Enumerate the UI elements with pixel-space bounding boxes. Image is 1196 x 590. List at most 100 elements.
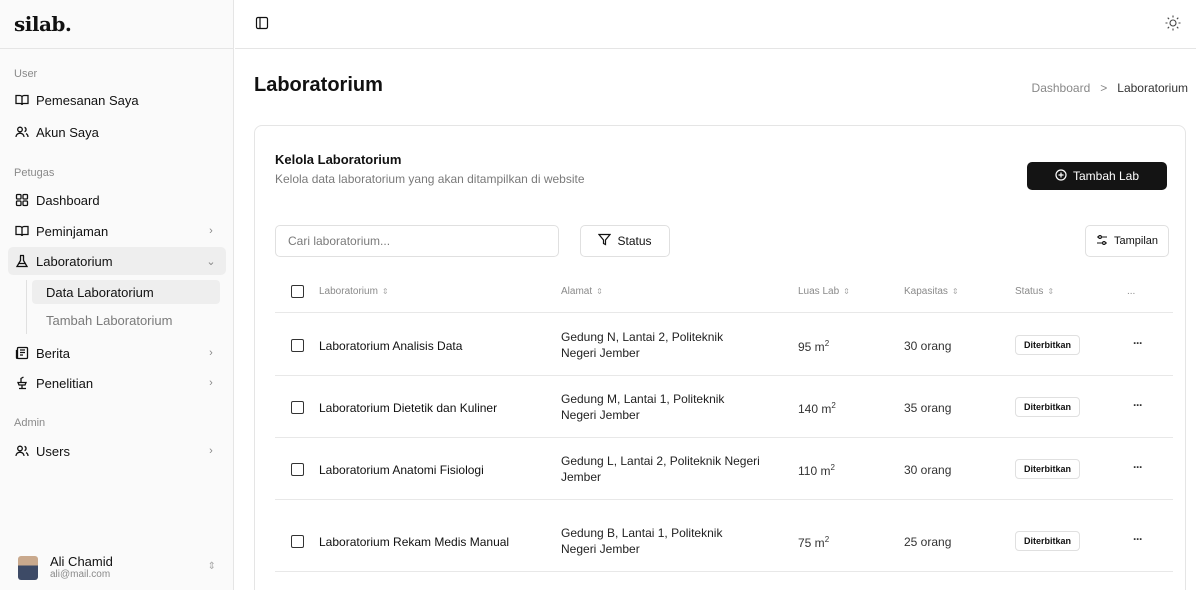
app-logo[interactable]: silab. [14,12,72,36]
sidebar-subitem-tambah-laboratorium[interactable]: Tambah Laboratorium [32,308,220,332]
column-header-luas-lab[interactable]: Luas Lab ⇕ [798,286,850,297]
add-lab-label: Tambah Lab [1072,169,1140,183]
chevron-down-icon: ⌄ [206,255,216,268]
lab-area: 140 m2 [798,401,836,416]
user-email: ali@mail.com [50,569,111,580]
table-row[interactable]: Laboratorium Anatomi Fisiologi Gedung L,… [275,438,1173,500]
status-badge: Diterbitkan [1015,531,1081,551]
lab-management-card: Kelola Laboratorium Kelola data laborato… [254,125,1186,590]
lab-name: Laboratorium Dietetik dan Kuliner [319,401,498,415]
column-header-laboratorium[interactable]: Laboratorium ⇕ [319,286,389,297]
filter-icon [598,233,612,249]
sidebar-toggle-icon[interactable] [255,16,273,34]
row-checkbox[interactable] [291,339,304,352]
sidebar-item-label: Berita [36,345,70,361]
sidebar-item-laboratorium[interactable]: Laboratorium ⌄ [8,247,226,275]
chevron-right-icon: › [209,347,213,359]
users-icon [14,124,30,140]
lab-area: 95 m2 [798,339,830,354]
card-title: Kelola Laboratorium [275,152,402,167]
sidebar-item-label: Peminjaman [36,223,109,239]
section-label-user: User [14,68,38,80]
status-badge: Diterbitkan [1015,459,1081,479]
sidebar-item-label: Pemesanan Saya [36,92,139,108]
table-row[interactable]: Laboratorium Dietetik dan Kuliner Gedung… [275,376,1173,438]
topbar [235,0,1196,49]
newspaper-icon [14,345,30,361]
status-filter-button[interactable]: Status [580,225,670,257]
book-open-icon [14,92,30,108]
sidebar-subitem-data-laboratorium[interactable]: Data Laboratorium [32,280,220,304]
research-icon [14,375,30,391]
users-icon [14,443,30,459]
sort-icon: ⇕ [381,287,389,296]
sort-icon: ⇕ [596,287,603,296]
breadcrumb: Dashboard > Laboratorium [1032,81,1188,95]
column-header-alamat[interactable]: Alamat ⇕ [561,286,603,297]
logo-bar: silab. [0,0,233,49]
view-options-button[interactable]: Tampilan [1085,225,1169,257]
breadcrumb-separator: > [1100,81,1108,95]
lab-capacity: 35 orang [904,401,952,415]
user-info: Ali Chamid ali@mail.com [50,555,113,581]
table-header: Laboratorium ⇕ Alamat ⇕ Luas Lab ⇕ Kapasita… [275,273,1173,313]
column-header-status[interactable]: Status ⇕ [1015,286,1054,297]
chevron-right-icon: › [209,225,213,237]
row-actions-button[interactable]: ··· [1133,336,1143,350]
sun-icon[interactable] [1164,14,1184,34]
user-menu[interactable]: Ali Chamid ali@mail.com ⇕ [8,550,226,586]
plus-circle-icon [1055,168,1067,184]
section-label-admin: Admin [14,417,46,429]
lab-name: Laboratorium Anatomi Fisiologi [319,463,484,477]
select-all-checkbox[interactable] [291,285,304,298]
breadcrumb-current: Laboratorium [1117,81,1188,95]
status-badge: Diterbitkan [1015,335,1081,355]
breadcrumb-dashboard[interactable]: Dashboard [1032,81,1091,95]
status-filter-label: Status [617,234,652,248]
lab-capacity: 30 orang [904,339,952,353]
chevron-right-icon: › [209,445,213,457]
lab-address: Gedung N, Lantai 2, Politeknik Negeri Je… [561,330,724,360]
lab-address: Gedung L, Lantai 2, Politeknik Negeri Je… [561,454,760,484]
chevron-right-icon: › [209,377,213,389]
avatar [18,556,38,580]
lab-capacity: 30 orang [904,463,952,477]
column-header-kapasitas[interactable]: Kapasitas ⇕ [904,286,959,297]
grid-icon [14,192,30,208]
lab-address: Gedung B, Lantai 1, Politeknik Negeri Je… [561,526,723,556]
sidebar-item-akun-saya[interactable]: Akun Saya [8,118,226,146]
book-open-icon [14,223,30,239]
sidebar-item-berita[interactable]: Berita › [8,339,226,367]
sort-icon: ⇕ [1047,287,1055,296]
view-options-label: Tampilan [1113,235,1159,247]
card-description: Kelola data laboratorium yang akan ditam… [275,172,585,186]
sort-icon: ⇕ [951,287,959,296]
user-name: Ali Chamid [50,554,113,569]
chevrons-up-down-icon: ⇕ [207,561,216,572]
sidebar-item-users[interactable]: Users › [8,437,226,465]
sidebar-item-dashboard[interactable]: Dashboard [8,186,226,214]
search-input[interactable] [275,225,559,257]
sidebar-item-penelitian[interactable]: Penelitian › [8,369,226,397]
row-checkbox[interactable] [291,535,304,548]
sort-icon: ⇕ [843,287,850,296]
row-actions-button[interactable]: ··· [1133,398,1143,412]
flask-icon [14,253,30,269]
sidebar-item-label: Users [36,443,70,459]
submenu-line [26,280,27,334]
table-row[interactable]: Laboratorium Rekam Medis Manual Gedung B… [275,510,1173,572]
sidebar-item-peminjaman[interactable]: Peminjaman › [8,217,226,245]
sidebar-item-pemesanan-saya[interactable]: Pemesanan Saya [8,86,226,114]
add-lab-button[interactable]: Tambah Lab [1027,162,1167,190]
row-checkbox[interactable] [291,463,304,476]
sidebar-item-label: Penelitian [36,375,94,391]
row-checkbox[interactable] [291,401,304,414]
row-actions-button[interactable]: ··· [1133,532,1143,546]
sidebar: silab. User Pemesanan Saya Akun Saya Pet… [0,0,234,590]
lab-name: Laboratorium Analisis Data [319,339,463,353]
sidebar-item-label: Dashboard [36,192,100,208]
lab-name: Laboratorium Rekam Medis Manual [319,535,510,549]
row-actions-button[interactable]: ··· [1133,460,1143,474]
sliders-icon [1096,234,1108,249]
table-row[interactable]: Laboratorium Analisis Data Gedung N, Lan… [275,314,1173,376]
